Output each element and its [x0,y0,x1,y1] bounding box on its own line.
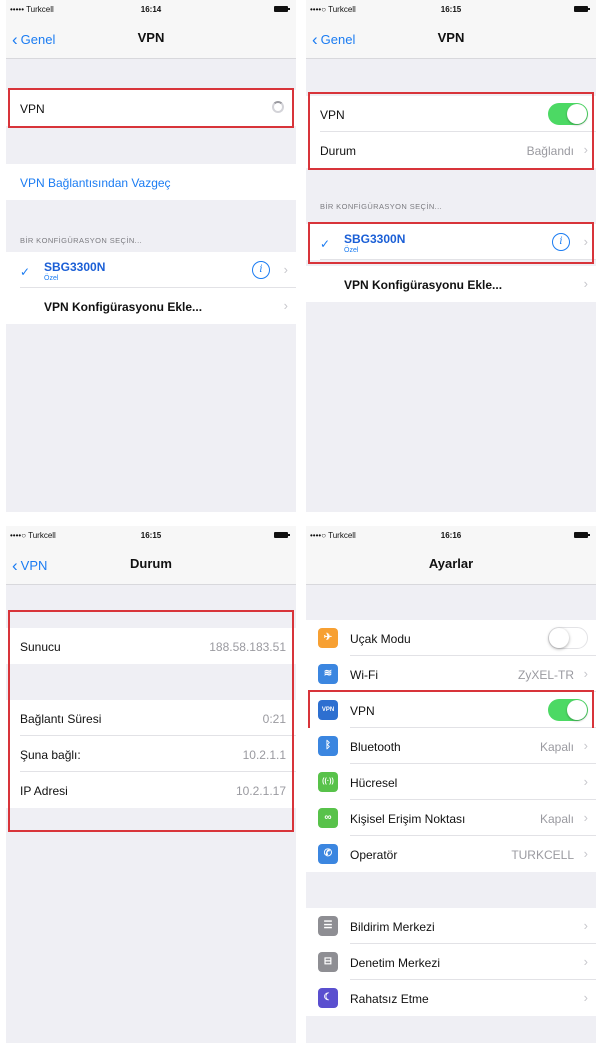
settings-row-value: ZyXEL-TR [517,668,574,682]
chevron-right-icon: › [583,738,588,753]
do-not-disturb-icon: ☾ [318,988,338,1008]
nav-bar: ‹ VPN Durum [6,544,296,585]
airplane-icon: ✈ [318,628,338,648]
settings-screen: ••••○ Turkcell 16:16 Ayarlar ✈ Uçak Modu… [306,526,596,1043]
vpn-screen-connected: ••••○ Turkcell 16:15 ‹ Genel VPN VPN Duru… [306,0,596,512]
settings-row-label: Bluetooth [350,740,401,754]
add-config-label: VPN Konfigürasyonu Ekle... [344,278,503,292]
page-title: VPN [137,30,165,45]
settings-row-label: Rahatsız Etme [350,992,429,1006]
chevron-right-icon: › [583,918,588,933]
nav-bar: ‹ Genel VPN [6,18,296,59]
config-row[interactable]: ✓ SBG3300N Özel i › [6,252,296,288]
disconnect-row[interactable]: VPN Bağlantısından Vazgeç [6,164,296,200]
highlight-box [8,610,294,832]
status-bar: ••••• Turkcell 16:14 [6,0,296,18]
highlight-box [308,690,594,730]
wifi-icon: ≋ [318,664,338,684]
airplane-toggle[interactable] [548,627,588,649]
settings-row-airplane[interactable]: ✈ Uçak Modu [306,620,596,656]
status-bar: ••••○ Turkcell 16:15 [306,0,596,18]
section-header: BİR KONFİGÜRASYON SEÇİN... [20,236,143,245]
chevron-right-icon: › [283,262,288,277]
battery-icon [574,532,590,538]
settings-row-label: Operatör [350,848,398,862]
vpn-screen-connecting: ••••• Turkcell 16:14 ‹ Genel VPN VPN VPN … [6,0,296,512]
add-config-row[interactable]: VPN Konfigürasyonu Ekle... › [6,288,296,324]
toggle-knob [549,628,569,648]
settings-row-wifi[interactable]: ≋ Wi-Fi ZyXEL-TR › [306,656,596,692]
add-config-row[interactable]: VPN Konfigürasyonu Ekle... › [306,266,596,302]
nav-bar: Ayarlar [306,544,596,585]
info-icon[interactable]: i [252,261,270,279]
highlight-box [308,222,594,264]
bluetooth-icon: ᛒ [318,736,338,756]
status-bar: ••••○ Turkcell 16:16 [306,526,596,544]
settings-row-value: Kapalı [539,740,574,754]
settings-row-bluetooth[interactable]: ᛒ Bluetooth Kapalı › [306,728,596,764]
clock: 16:16 [440,531,462,540]
clock: 16:14 [140,5,162,14]
chevron-right-icon: › [583,846,588,861]
settings-row-label: Denetim Merkezi [350,956,441,970]
settings-row-notification-center[interactable]: ☰ Bildirim Merkezi › [306,908,596,944]
settings-row-hotspot[interactable]: ∞ Kişisel Erişim Noktası Kapalı › [306,800,596,836]
chevron-right-icon: › [583,276,588,291]
section-header: BİR KONFİGÜRASYON SEÇİN... [320,202,443,211]
status-screen: ••••○ Turkcell 16:15 ‹ VPN Durum Sunucu 1… [6,526,296,1043]
battery-icon [574,6,590,12]
battery-icon [274,532,290,538]
chevron-right-icon: › [583,810,588,825]
settings-row-label: Hücresel [350,776,398,790]
clock: 16:15 [140,531,162,540]
clock: 16:15 [440,5,462,14]
cellular-icon: ((·)) [318,772,338,792]
settings-row-label: Uçak Modu [350,632,411,646]
battery-icon [274,6,290,12]
config-type: Özel [44,275,59,282]
settings-row-cellular[interactable]: ((·)) Hücresel › [306,764,596,800]
phone-icon: ✆ [318,844,338,864]
chevron-right-icon: › [283,298,288,313]
page-title: Durum [130,556,172,571]
disconnect-label: VPN Bağlantısından Vazgeç [20,176,171,190]
settings-row-value: Kapalı [539,812,574,826]
add-config-label: VPN Konfigürasyonu Ekle... [44,300,203,314]
checkmark-icon: ✓ [20,265,31,279]
notification-center-icon: ☰ [318,916,338,936]
settings-row-value: TURKCELL [511,848,574,862]
settings-row-do-not-disturb[interactable]: ☾ Rahatsız Etme › [306,980,596,1016]
highlight-box [8,88,294,128]
control-center-icon: ⊟ [318,952,338,972]
chevron-right-icon: › [583,990,588,1005]
hotspot-icon: ∞ [318,808,338,828]
highlight-box [308,92,594,170]
settings-row-control-center[interactable]: ⊟ Denetim Merkezi › [306,944,596,980]
page-title: Ayarlar [428,556,474,571]
settings-row-label: Kişisel Erişim Noktası [350,812,466,826]
settings-row-operator[interactable]: ✆ Operatör TURKCELL › [306,836,596,872]
settings-row-label: Bildirim Merkezi [350,920,435,934]
chevron-right-icon: › [583,954,588,969]
nav-bar: ‹ Genel VPN [306,18,596,59]
chevron-right-icon: › [583,666,588,681]
page-title: VPN [437,30,465,45]
settings-row-label: Wi-Fi [350,668,378,682]
status-bar: ••••○ Turkcell 16:15 [6,526,296,544]
config-name: SBG3300N [44,260,106,274]
chevron-right-icon: › [583,774,588,789]
